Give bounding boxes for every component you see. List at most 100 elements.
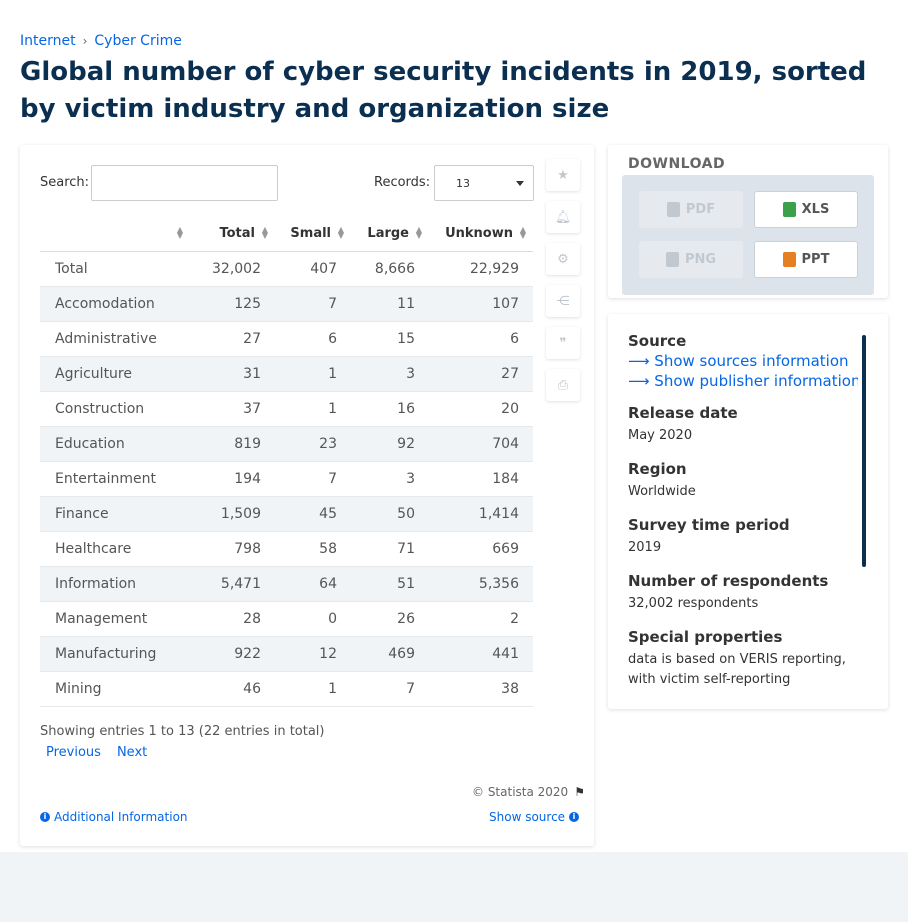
settings-button[interactable]: ⚙ [546, 243, 580, 275]
additional-information-link[interactable]: i Additional Information [40, 810, 188, 824]
survey-period-heading: Survey time period [628, 516, 790, 534]
pdf-label: PDF [685, 202, 716, 217]
info-scrollbar[interactable] [862, 335, 866, 567]
table-cell-unknown: 1,414 [429, 496, 533, 531]
next-button[interactable]: Next [117, 745, 147, 760]
cite-button[interactable]: ❞ [546, 327, 580, 359]
sort-icon: ▲ ▼ [519, 225, 526, 240]
row-label: Agriculture [40, 356, 190, 391]
row-label: Construction [55, 400, 145, 417]
table-row: Agriculture 31 1 3 27 [40, 356, 533, 391]
table-cell-large: 26 [397, 610, 415, 627]
table-cell-total: 922 [190, 636, 275, 671]
table-cell-small: 7 [328, 470, 337, 487]
table-cell-total: 46 [243, 680, 261, 697]
row-label: Education [40, 426, 190, 461]
show-publisher-link[interactable]: ⟶ Show publisher information [628, 372, 858, 390]
table-row: Finance 1,509 45 50 1,414 [40, 496, 533, 531]
notification-button[interactable]: 🔔︎ [546, 201, 580, 233]
row-label: Information [40, 566, 190, 601]
entries-info: Showing entries 1 to 13 (22 entries in t… [40, 724, 325, 739]
table-cell-small: 58 [319, 540, 337, 557]
statistic-table-card: Search: Records: 13 ▲ ▼ Total ▲ ▼ Small ▲ ▼ Larg… [20, 145, 594, 846]
search-input[interactable] [91, 165, 278, 201]
row-label: Healthcare [55, 540, 132, 557]
table-cell-small: 64 [275, 566, 351, 601]
column-header-name[interactable]: ▲ ▼ [40, 216, 190, 252]
table-cell-large: 92 [351, 426, 429, 461]
column-header-total[interactable]: Total ▲ ▼ [190, 216, 275, 252]
pagination: Previous Next [46, 745, 147, 760]
table-cell-total: 819 [190, 426, 275, 461]
copyright-text: © Statista 2020 [472, 785, 569, 799]
xls-file-icon [782, 202, 796, 217]
table-cell-unknown: 669 [492, 540, 519, 557]
table-cell-large: 11 [351, 286, 429, 321]
search-label: Search: [40, 175, 90, 190]
chevron-down-icon [516, 181, 524, 186]
respondents-value: 32,002 respondents [628, 596, 759, 611]
table-row: Manufacturing 922 12 469 441 [40, 636, 533, 671]
special-properties-heading: Special properties [628, 628, 783, 646]
favorite-button[interactable]: ★ [546, 159, 580, 191]
page-title: Global number of cyber security incident… [20, 57, 867, 124]
table-cell-large: 8,666 [374, 260, 415, 277]
breadcrumb: Internet › Cyber Crime [20, 33, 182, 49]
table-cell-unknown: 27 [429, 356, 533, 391]
show-source-label: Show source [489, 810, 566, 824]
table-cell-large: 71 [397, 540, 415, 557]
row-label: Total [55, 260, 88, 277]
table-cell-small: 23 [275, 426, 351, 461]
previous-button[interactable]: Previous [46, 745, 101, 760]
records-select[interactable]: 13 [434, 165, 534, 201]
row-label: Management [55, 610, 148, 627]
additional-information-label: Additional Information [54, 810, 188, 824]
row-label: Entertainment [55, 470, 157, 487]
table-cell-small: 7 [275, 286, 351, 321]
info-scroll-area: Source ⟶ Show sources information ⟶ Show… [628, 332, 858, 692]
table-cell-large: 3 [351, 356, 429, 391]
column-header-large[interactable]: Large ▲ ▼ [351, 216, 429, 252]
source-heading: Source [628, 332, 687, 350]
data-table: ▲ ▼ Total ▲ ▼ Small ▲ ▼ Large ▲ ▼ Unknown ▲ ▼ Total 32… [40, 216, 533, 707]
table-cell-total: 28 [243, 610, 261, 627]
table-cell-small: 45 [275, 496, 351, 531]
row-label: Manufacturing [40, 636, 190, 671]
png-download-button[interactable]: PNG [639, 241, 743, 278]
column-header-small[interactable]: Small ▲ ▼ [275, 216, 351, 252]
statistic-info-card: Source ⟶ Show sources information ⟶ Show… [608, 314, 888, 709]
arrow-right-icon: ⟶ [628, 372, 650, 390]
print-button[interactable]: ⎙ [546, 369, 580, 401]
xls-download-button[interactable]: XLS [754, 191, 858, 228]
ppt-download-button[interactable]: PPT [754, 241, 858, 278]
column-header-unknown[interactable]: Unknown ▲ ▼ [429, 216, 533, 252]
pdf-download-button[interactable]: PDF [639, 191, 743, 228]
table-row: Information 5,471 64 51 5,356 [40, 566, 533, 601]
breadcrumb-separator: › [82, 34, 88, 48]
show-sources-link[interactable]: ⟶ Show sources information [628, 352, 858, 370]
table-cell-small: 12 [275, 636, 351, 671]
column-header-label: Total [219, 225, 255, 241]
breadcrumb-internet[interactable]: Internet [20, 33, 76, 49]
ppt-file-icon [782, 252, 796, 267]
png-label: PNG [684, 252, 717, 267]
table-cell-total: 37 [243, 400, 261, 417]
share-button[interactable]: ⋲ [546, 285, 580, 317]
share-icon: ⋲ [556, 293, 570, 309]
copyright: © Statista 2020 ⚑ [472, 785, 585, 799]
arrow-right-icon: ⟶ [628, 352, 650, 370]
flag-icon[interactable]: ⚑ [574, 785, 585, 799]
table-row: Healthcare 798 58 71 669 [40, 531, 533, 566]
release-date-value: May 2020 [628, 428, 693, 443]
breadcrumb-cyber-crime[interactable]: Cyber Crime [94, 33, 181, 49]
row-label: Administrative [55, 330, 157, 347]
table-row: Entertainment 194 7 3 184 [40, 461, 533, 496]
print-icon: ⎙ [557, 377, 569, 393]
show-source-link[interactable]: Show source i [489, 810, 580, 824]
row-label: Accomodation [40, 286, 190, 321]
table-cell-large: 50 [351, 496, 429, 531]
download-options: PDF XLS PNG PPT [622, 175, 874, 295]
quote-icon: ❞ [559, 335, 567, 351]
sort-icon: ▲ ▼ [261, 225, 268, 240]
footer-band [0, 852, 908, 922]
